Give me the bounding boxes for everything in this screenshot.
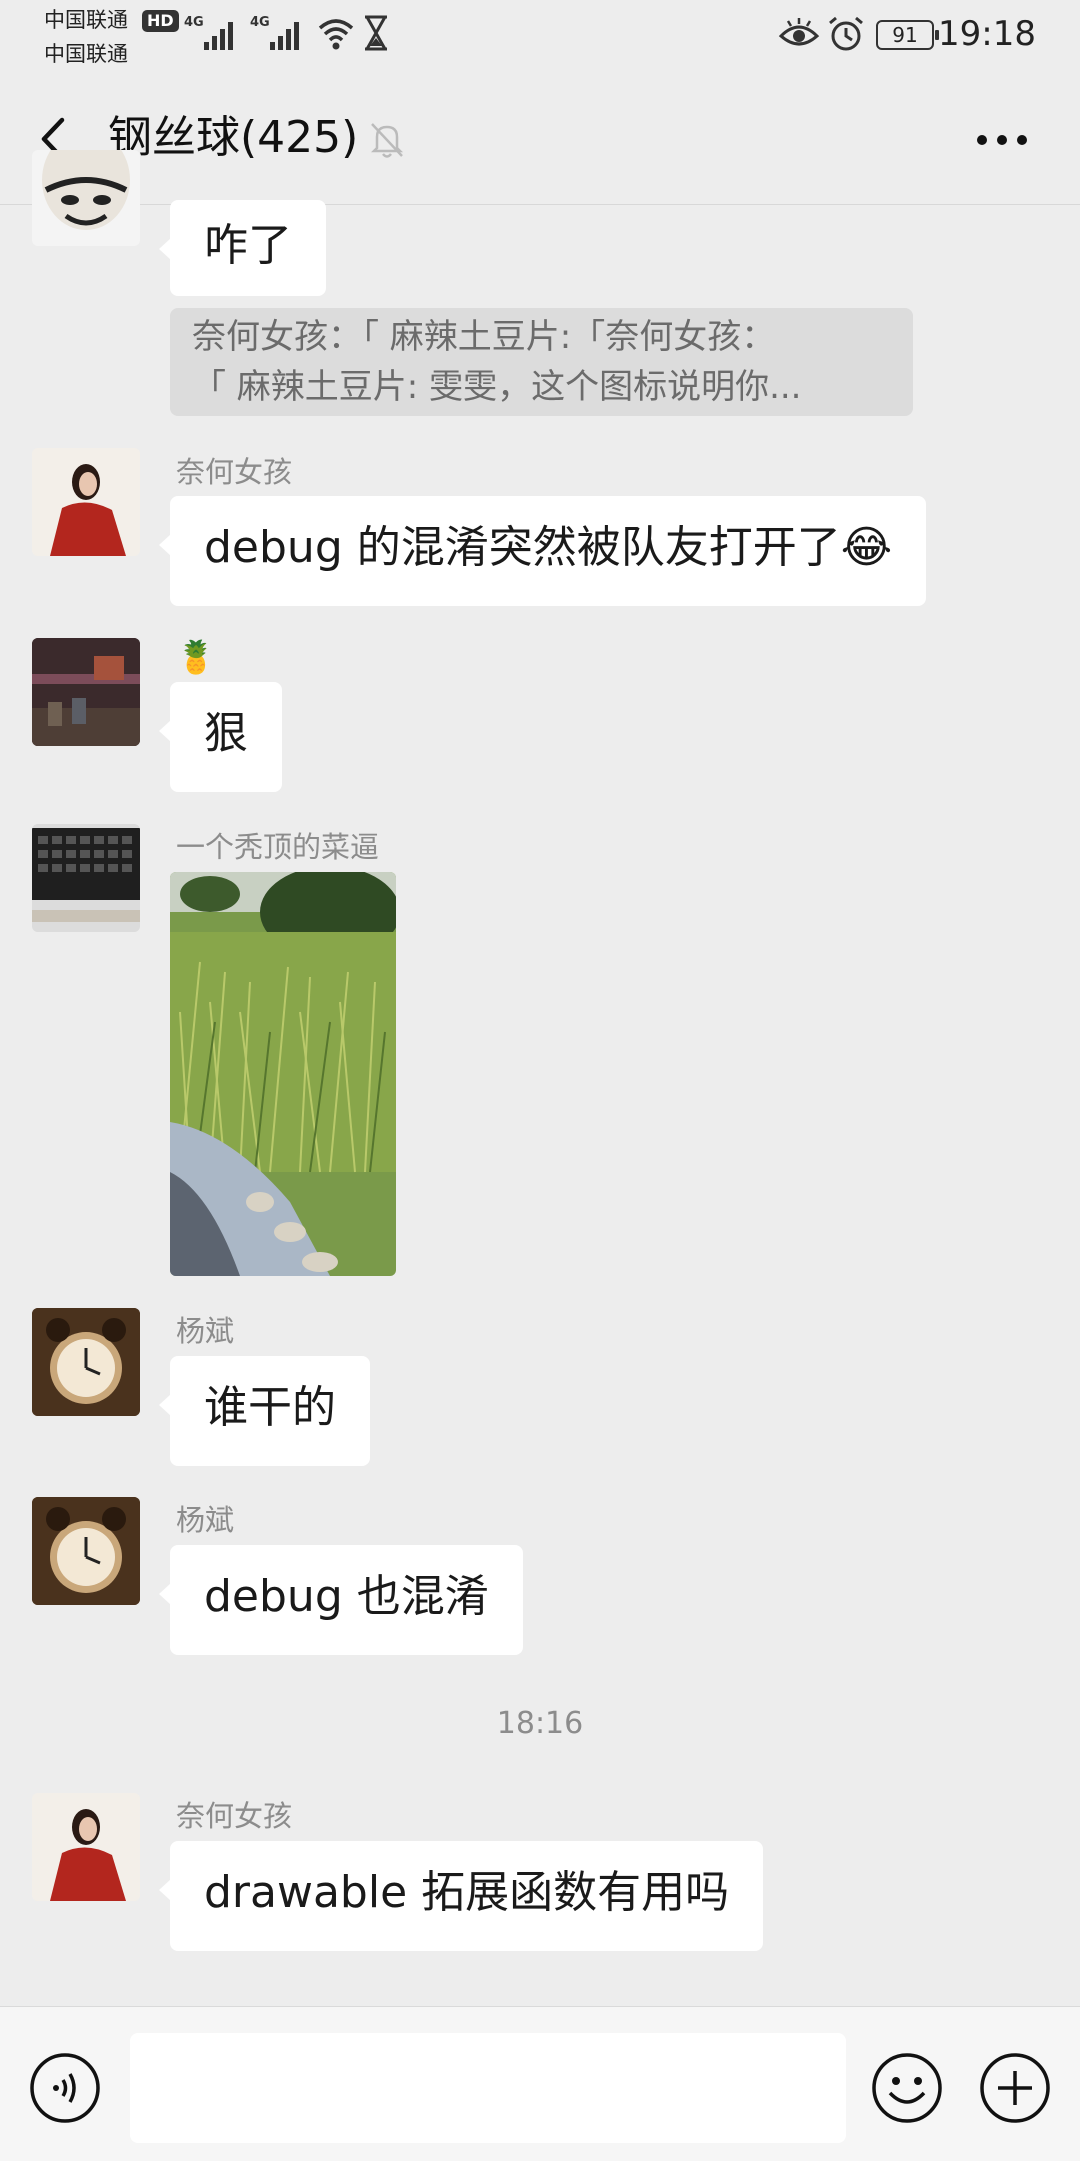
message-text: debug 的混淆突然被队友打开了: [204, 522, 841, 573]
avatar[interactable]: [32, 638, 140, 746]
message-bubble[interactable]: 狠: [159, 682, 282, 792]
emoji: 😂: [840, 522, 893, 573]
message-bubble[interactable]: 谁干的: [159, 1356, 370, 1466]
sender-name: 奈何女孩: [176, 1799, 293, 1833]
message-text: drawable 拓展函数有用吗: [204, 1867, 730, 1918]
avatar[interactable]: [32, 1308, 140, 1416]
carrier-label-1: 中国联通: [44, 8, 128, 32]
plus-icon[interactable]: [978, 2051, 1052, 2125]
voice-input-icon[interactable]: [28, 2051, 102, 2125]
quote-line: 奈何女孩：「 麻辣土豆片:「奈何女孩：: [192, 317, 776, 357]
battery-indicator: 91: [876, 20, 939, 50]
avatar[interactable]: [32, 824, 140, 932]
sender-name: 杨斌: [176, 1314, 235, 1348]
avatar[interactable]: [32, 448, 140, 556]
wifi-icon: [318, 19, 354, 50]
chat-header: 钢丝球(425): [0, 72, 1080, 205]
message-bubble[interactable]: debug 也混淆: [159, 1545, 523, 1655]
network-label-1: 4G: [184, 15, 204, 30]
status-bar: 中国联通 中国联通 HD 4G 4G 91 19:18: [0, 0, 1080, 72]
emoji-icon[interactable]: [870, 2051, 944, 2125]
more-options-icon[interactable]: [974, 128, 1030, 152]
status-time: 19:18: [938, 14, 1036, 54]
hourglass-icon: [365, 15, 387, 51]
sender-name: 杨斌: [176, 1503, 235, 1537]
eye-icon: [778, 18, 820, 46]
sender-name: 🍍: [176, 638, 216, 676]
message-bubble[interactable]: drawable 拓展函数有用吗: [158, 1841, 764, 1951]
mute-bell-icon: [370, 123, 404, 158]
hd-badge: HD: [142, 10, 179, 32]
avatar[interactable]: [32, 150, 140, 246]
signal-icon-2: 4G: [250, 15, 299, 50]
avatar[interactable]: [32, 1497, 140, 1605]
message-bubble[interactable]: 咋了: [159, 200, 326, 296]
quoted-message[interactable]: 奈何女孩：「 麻辣土豆片:「奈何女孩： 「 麻辣土豆片: 雯雯，这个图标说明你.…: [170, 308, 913, 416]
timestamp: 18:16: [496, 1706, 584, 1741]
input-bar: [0, 2006, 1080, 2161]
carrier-label-2: 中国联通: [44, 42, 128, 66]
message-bubble[interactable]: debug 的混淆突然被队友打开了😂: [158, 496, 927, 606]
avatar[interactable]: [32, 1793, 140, 1901]
message-text: 谁干的: [204, 1382, 336, 1433]
message-text: 咋了: [204, 220, 292, 271]
message-input[interactable]: [130, 2033, 846, 2143]
sender-name: 奈何女孩: [176, 455, 293, 489]
chat-title: 钢丝球(425): [108, 112, 359, 163]
network-label-2: 4G: [250, 15, 270, 30]
image-message[interactable]: [170, 872, 396, 1276]
quote-line: 「 麻辣土豆片: 雯雯，这个图标说明你...: [192, 367, 802, 407]
signal-icon-1: 4G: [184, 15, 233, 50]
message-text: debug 也混淆: [204, 1571, 489, 1622]
alarm-icon: [829, 16, 863, 51]
sender-name: 一个秃顶的菜逼: [176, 830, 380, 864]
message-text: 狠: [204, 708, 248, 759]
